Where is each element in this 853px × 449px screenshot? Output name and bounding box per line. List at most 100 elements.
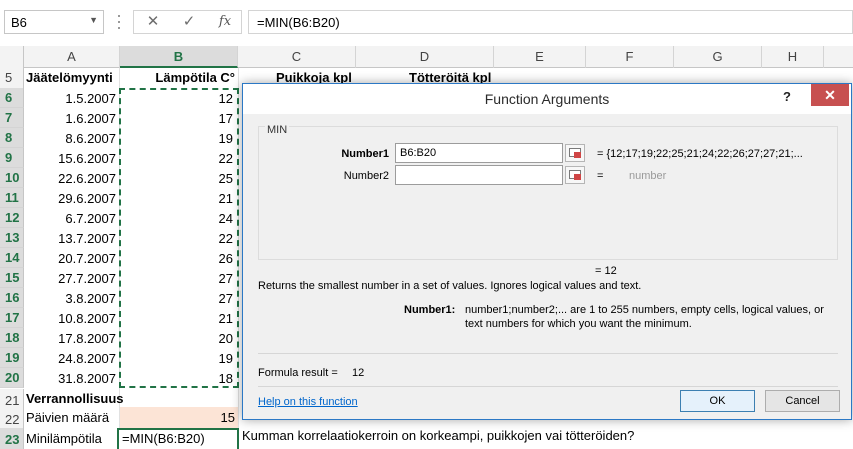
fx-icon[interactable]: fx	[210, 12, 240, 32]
cell-b22[interactable]: 15	[120, 407, 238, 429]
formula-result-value: 12	[352, 367, 365, 379]
help-link[interactable]: Help on this function	[258, 396, 358, 408]
cell-b13[interactable]: 22	[120, 228, 236, 250]
cell-a14[interactable]: 20.7.2007	[24, 248, 119, 270]
cell-b7[interactable]: 17	[120, 108, 236, 130]
cell-a19[interactable]: 24.8.2007	[24, 348, 119, 370]
cell-a22[interactable]: Päivien määrä	[26, 407, 118, 429]
row-header[interactable]: 9	[0, 148, 24, 168]
cell-a20[interactable]: 31.8.2007	[24, 368, 119, 390]
row-header[interactable]: 10	[0, 168, 24, 188]
row-header[interactable]: 23	[0, 428, 24, 449]
name-box[interactable]: B6 ▼	[4, 10, 104, 34]
row-header[interactable]: 5	[0, 66, 24, 89]
row-header[interactable]: 19	[0, 348, 24, 368]
arg2-label: Number2	[343, 170, 389, 182]
row-header[interactable]: 12	[0, 208, 24, 228]
arg1-label: Number1	[341, 148, 389, 160]
row-header[interactable]: 14	[0, 248, 24, 268]
cell-b19[interactable]: 19	[120, 348, 236, 370]
arg1-value: B6:B20	[400, 147, 437, 159]
column-header-h[interactable]: H	[762, 46, 824, 68]
row-header[interactable]: 13	[0, 228, 24, 248]
cell-a8[interactable]: 8.6.2007	[24, 128, 119, 150]
row-header[interactable]: 7	[0, 108, 24, 128]
row-header[interactable]: 18	[0, 328, 24, 348]
gridline	[238, 68, 239, 449]
chevron-down-icon[interactable]: ▼	[89, 15, 98, 25]
cell-a12[interactable]: 6.7.2007	[24, 208, 119, 230]
row-header[interactable]: 16	[0, 288, 24, 308]
help-icon[interactable]: ?	[783, 89, 791, 104]
row-header[interactable]: 6	[0, 88, 24, 108]
cell-b12[interactable]: 24	[120, 208, 236, 230]
arg-help-line2: text numbers for which you want the mini…	[465, 318, 692, 330]
ok-button[interactable]: OK	[680, 390, 755, 412]
cell-b5[interactable]: Lämpötila C°	[120, 67, 238, 89]
column-header-e[interactable]: E	[494, 46, 586, 68]
row-header[interactable]: 11	[0, 188, 24, 208]
separator	[258, 353, 838, 354]
close-icon[interactable]: ✕	[811, 84, 849, 106]
total-result: = 12	[595, 265, 617, 277]
row-header[interactable]: 20	[0, 368, 24, 388]
cancel-button[interactable]: Cancel	[765, 390, 840, 412]
active-cell-b23[interactable]: =MIN(B6:B20)	[117, 428, 239, 449]
dialog-title-bar[interactable]: Function Arguments ? ✕	[243, 84, 851, 114]
cell-a16[interactable]: 3.8.2007	[24, 288, 119, 310]
arg1-input[interactable]: B6:B20	[395, 143, 563, 163]
cell-b17[interactable]: 21	[120, 308, 236, 330]
dialog-title: Function Arguments	[484, 91, 610, 107]
function-name: MIN	[265, 124, 290, 136]
formula-buttons: ✕ ✓ fx	[133, 10, 242, 34]
cell-a18[interactable]: 17.8.2007	[24, 328, 119, 350]
cell-b14[interactable]: 26	[120, 248, 236, 270]
cell-b11[interactable]: 21	[120, 188, 236, 210]
cell-b6[interactable]: 12	[120, 88, 236, 110]
arg2-result: number	[629, 170, 667, 182]
cell-a7[interactable]: 1.6.2007	[24, 108, 119, 130]
close-icon[interactable]: ✕	[138, 12, 168, 32]
row-header[interactable]: 17	[0, 308, 24, 328]
row-header[interactable]: 8	[0, 128, 24, 148]
column-header-a[interactable]: A	[24, 46, 120, 68]
function-argument-group: MIN Number1 B6:B20 = {12;17;19;22;25;21;…	[258, 124, 838, 260]
formula-input[interactable]: =MIN(B6:B20)	[248, 10, 853, 34]
drag-handle-icon[interactable]	[116, 13, 126, 33]
column-header-d[interactable]: D	[356, 46, 494, 68]
collapse-dialog-icon[interactable]	[565, 144, 585, 162]
cell-b20[interactable]: 18	[120, 368, 236, 390]
cell-b8[interactable]: 19	[120, 128, 236, 150]
cell-b15[interactable]: 27	[120, 268, 236, 290]
cell-a9[interactable]: 15.6.2007	[24, 148, 119, 170]
column-header-f[interactable]: F	[586, 46, 674, 68]
collapse-dialog-icon[interactable]	[565, 166, 585, 184]
cell-a23[interactable]: Minilämpötila	[26, 428, 118, 449]
column-header-b[interactable]: B	[120, 46, 238, 68]
formula-bar: B6 ▼ ✕ ✓ fx =MIN(B6:B20)	[0, 0, 853, 43]
cell-c23[interactable]: Kumman korrelaatiokerroin on korkeampi, …	[242, 428, 634, 443]
cell-a10[interactable]: 22.6.2007	[24, 168, 119, 190]
row-header[interactable]: 15	[0, 268, 24, 288]
column-header-c[interactable]: C	[238, 46, 356, 68]
formula-text: =MIN(B6:B20)	[257, 15, 340, 30]
cell-a13[interactable]: 13.7.2007	[24, 228, 119, 250]
check-icon[interactable]: ✓	[174, 12, 204, 32]
cell-a17[interactable]: 10.8.2007	[24, 308, 119, 330]
cell-a11[interactable]: 29.6.2007	[24, 188, 119, 210]
column-header-g[interactable]: G	[674, 46, 762, 68]
arg-help-line1: number1;number2;... are 1 to 255 numbers…	[465, 304, 824, 316]
cell-b16[interactable]: 27	[120, 288, 236, 310]
arg2-input[interactable]	[395, 165, 563, 185]
cell-a6[interactable]: 1.5.2007	[24, 88, 119, 110]
arg-help-label: Number1:	[404, 304, 456, 316]
cell-b10[interactable]: 25	[120, 168, 236, 190]
select-all-corner[interactable]	[0, 46, 24, 68]
cell-b18[interactable]: 20	[120, 328, 236, 350]
separator	[258, 386, 838, 387]
column-headers: A B C D E F G H	[0, 46, 853, 68]
cell-a5[interactable]: Jäätelömyynti	[26, 67, 118, 89]
cell-b9[interactable]: 22	[120, 148, 236, 170]
cell-a15[interactable]: 27.7.2007	[24, 268, 119, 290]
function-description: Returns the smallest number in a set of …	[258, 280, 642, 292]
